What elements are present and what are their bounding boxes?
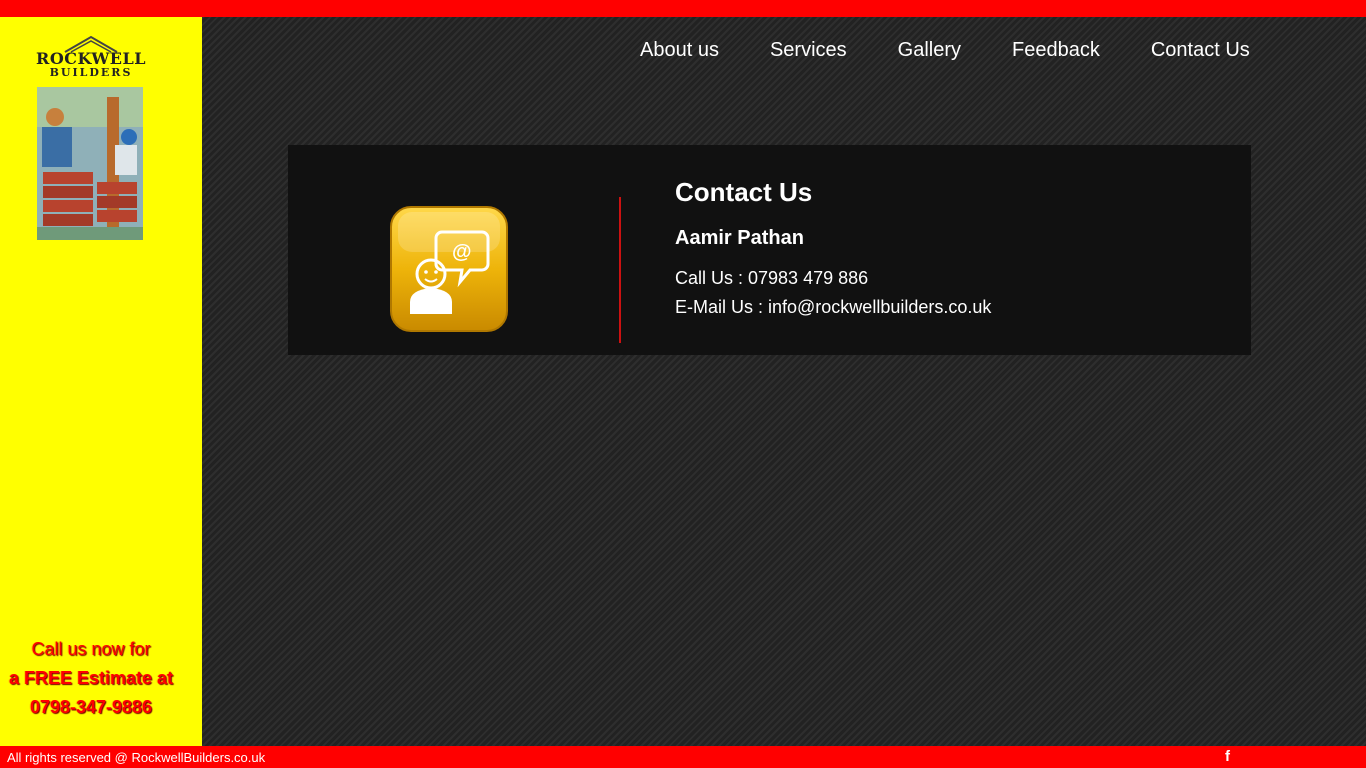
cta-phone[interactable]: 0798-347-9886 <box>0 693 182 722</box>
contact-panel: @ Contact Us Aamir Pathan Call Us : 0798… <box>288 145 1251 355</box>
logo-text-rockwell: ROCKWELL <box>36 49 146 68</box>
nav-feedback[interactable]: Feedback <box>1012 39 1100 62</box>
footer: All rights reserved @ RockwellBuilders.c… <box>0 746 1366 768</box>
contact-phone[interactable]: Call Us : 07983 479 886 <box>675 264 991 293</box>
main-content: About us Services Gallery Feedback Conta… <box>202 17 1366 746</box>
svg-text:@: @ <box>452 241 472 263</box>
vertical-divider <box>619 197 621 343</box>
logo[interactable]: ROCKWELL BUILDERS <box>30 35 152 79</box>
contact-title: Contact Us <box>675 177 813 207</box>
footer-copyright: All rights reserved @ RockwellBuilders.c… <box>7 750 266 765</box>
sidebar: ROCKWELL BUILDERS Call us now for a FREE… <box>0 17 202 746</box>
contact-details: Contact Us Aamir Pathan Call Us : 07983 … <box>675 175 991 322</box>
contact-person-email-icon: @ <box>390 206 508 332</box>
nav-contact-us[interactable]: Contact Us <box>1151 39 1250 62</box>
logo-text-builders: BUILDERS <box>49 66 133 79</box>
cta-line-1: Call us now for <box>31 639 151 659</box>
contact-email[interactable]: E-Mail Us : info@rockwellbuilders.co.uk <box>675 293 991 322</box>
top-navigation: About us Services Gallery Feedback Conta… <box>640 39 1250 62</box>
contact-name: Aamir Pathan <box>675 227 804 249</box>
cta-line-2: a FREE Estimate at <box>8 668 174 688</box>
nav-services[interactable]: Services <box>770 39 847 62</box>
call-to-action: Call us now for a FREE Estimate at 0798-… <box>0 635 182 722</box>
nav-gallery[interactable]: Gallery <box>898 39 961 62</box>
nav-about-us[interactable]: About us <box>640 39 719 62</box>
top-red-bar <box>0 0 1366 17</box>
facebook-icon[interactable]: f <box>1225 748 1230 765</box>
builders-artwork-icon <box>37 87 143 240</box>
